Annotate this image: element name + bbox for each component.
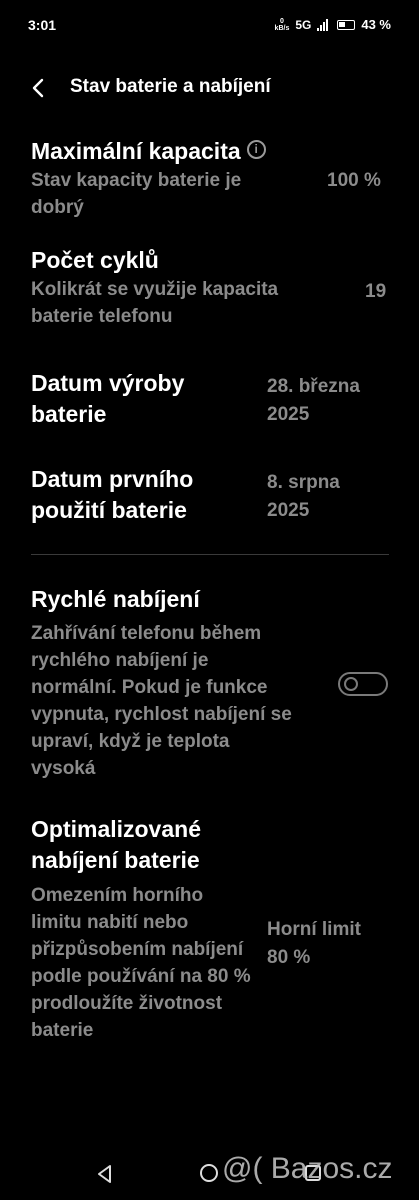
status-icons: 0 kB/s 5G 43 % (275, 17, 391, 32)
fast-charging-title: Rychlé nabíjení (31, 586, 200, 612)
network-speed-unit: kB/s (274, 24, 290, 32)
max-capacity-value: 100 % (327, 170, 381, 191)
nav-back-icon[interactable] (96, 1164, 114, 1184)
toggle-knob (344, 677, 358, 691)
first-use-date-title: Datum prvního použití baterie (31, 466, 194, 523)
optimized-charging-title: Optimalizované nabíjení baterie (31, 816, 201, 873)
cycle-count-item: Počet cyklů Kolikrát se využije kapacita… (31, 245, 389, 335)
fast-charging-item[interactable]: Rychlé nabíjení Zahřívání telefonu během… (31, 584, 389, 784)
first-use-date-value: 8. srpna 2025 (267, 472, 340, 521)
info-icon[interactable]: i (246, 140, 266, 160)
battery-icon (337, 19, 356, 30)
manufacture-date-title: Datum výroby baterie (31, 370, 185, 427)
status-time: 3:01 (28, 17, 57, 33)
max-capacity-title-text: Maximální kapacita (31, 138, 241, 164)
cycle-count-value: 19 (365, 281, 387, 302)
optimized-charging-description: Omezením horního limitu nabití nebo přiz… (31, 885, 251, 1041)
network-speed-value: 0 (279, 17, 284, 25)
optimized-charging-value: Horní limit 80 % (267, 919, 361, 968)
manufacture-date-value: 28. března 2025 (267, 376, 360, 425)
navigation-bar: @( Bazos.cz (0, 1148, 419, 1200)
cycle-count-title: Počet cyklů (31, 247, 159, 273)
max-capacity-description: Stav kapacity baterie je dobrý (31, 170, 242, 218)
page-title: Stav baterie a nabíjení (70, 76, 271, 97)
status-bar: 3:01 0 kB/s 5G 43 % (0, 0, 419, 50)
fast-charging-description: Zahřívání telefonu během rychlého nabíje… (31, 623, 292, 779)
header: Stav baterie a nabíjení (0, 68, 419, 108)
optimized-charging-item[interactable]: Optimalizované nabíjení baterie Omezením… (31, 814, 389, 1074)
cycle-count-description: Kolikrát se využije kapacita baterie tel… (31, 279, 279, 327)
first-use-date-item: Datum prvního použití baterie 8. srpna 2… (31, 464, 389, 528)
network-speed: 0 kB/s (275, 18, 290, 32)
back-arrow-icon[interactable] (30, 78, 48, 98)
manufacture-date-item: Datum výroby baterie 28. března 2025 (31, 368, 389, 432)
signal-icon (317, 18, 331, 31)
nav-home-icon[interactable] (200, 1164, 218, 1182)
divider (31, 554, 389, 555)
max-capacity-title: Maximální kapacita i (31, 136, 389, 167)
fast-charging-toggle[interactable] (338, 672, 388, 696)
battery-percent: 43 % (361, 17, 391, 32)
network-type: 5G (295, 17, 312, 32)
max-capacity-item: Maximální kapacita i Stav kapacity bateri… (31, 136, 389, 226)
watermark: @( Bazos.cz (222, 1152, 393, 1185)
